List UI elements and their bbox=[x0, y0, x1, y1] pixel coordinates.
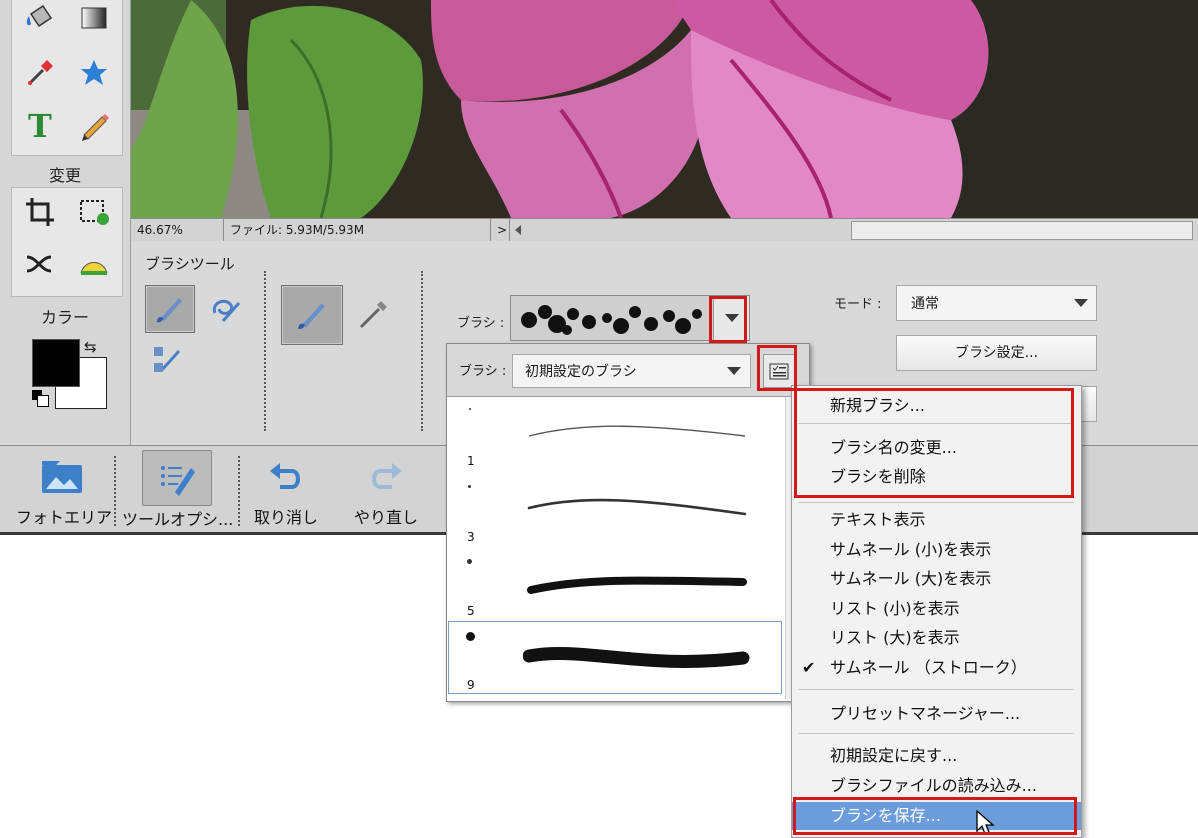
brush-item-selected[interactable]: 9 bbox=[448, 621, 782, 694]
crop-icon[interactable] bbox=[20, 192, 60, 232]
brush-set-label: ブラシ : bbox=[459, 364, 507, 379]
menu-item-preset-manager[interactable]: プリセットマネージャー... bbox=[792, 700, 1081, 728]
svg-text:T: T bbox=[28, 108, 52, 142]
swap-colors-icon[interactable]: ⇆ bbox=[84, 338, 97, 356]
tool-options-icon bbox=[161, 466, 195, 496]
annotation-box-save-brush bbox=[793, 797, 1077, 835]
annotation-box-brush-toggle bbox=[709, 296, 747, 343]
brush-item[interactable]: 5 bbox=[447, 550, 781, 626]
menu-item-large-list[interactable]: リスト (大)を表示 bbox=[792, 624, 1081, 652]
tool-group-enhance: T bbox=[11, 0, 123, 156]
menu-item-text-only[interactable]: テキスト表示 bbox=[792, 506, 1081, 534]
brush-item[interactable]: 3 bbox=[447, 474, 781, 550]
annotation-box-panel-menu bbox=[757, 345, 797, 391]
separator bbox=[238, 456, 240, 526]
chevron-down-icon bbox=[727, 367, 741, 375]
file-size-info: ファイル: 5.93M/5.93M bbox=[224, 219, 491, 241]
pencil-icon[interactable] bbox=[74, 105, 114, 145]
brush-icon[interactable] bbox=[145, 285, 195, 333]
mode-label: モード : bbox=[834, 297, 882, 312]
separator bbox=[114, 456, 116, 526]
undo-icon bbox=[270, 463, 300, 489]
foreground-color-swatch[interactable] bbox=[32, 339, 80, 387]
brush-size: 9 bbox=[467, 678, 475, 692]
brush-tip bbox=[467, 559, 472, 564]
brush-stroke bbox=[527, 576, 747, 594]
brush-tip bbox=[466, 632, 475, 641]
impressionist-brush-icon[interactable] bbox=[201, 285, 251, 335]
photo-area-label: フォトエリア bbox=[16, 508, 113, 527]
paint-bucket-icon[interactable] bbox=[20, 0, 60, 39]
chevron-down-icon bbox=[1074, 299, 1088, 307]
gradient-icon[interactable] bbox=[74, 0, 114, 39]
tool-group-modify bbox=[11, 187, 123, 297]
zoom-level[interactable]: 46.67% bbox=[131, 219, 224, 241]
redo-button[interactable]: やり直し bbox=[346, 450, 426, 532]
menu-item-large-thumbnail[interactable]: サムネール (大)を表示 bbox=[792, 565, 1081, 593]
brush-item[interactable]: 1 bbox=[447, 398, 781, 474]
brush-tool-icon[interactable] bbox=[281, 285, 343, 345]
section-modify-label: 変更 bbox=[48, 166, 81, 185]
menu-item-small-list[interactable]: リスト (小)を表示 bbox=[792, 595, 1081, 623]
menu-item-load-brushes[interactable]: ブラシファイルの読み込み... bbox=[792, 772, 1081, 800]
brush-settings-button[interactable]: ブラシ設定... bbox=[896, 335, 1097, 371]
status-menu-arrow[interactable]: > bbox=[493, 219, 510, 241]
menu-item-label: サムネール （ストローク） bbox=[830, 658, 1027, 677]
brush-set-value: 初期設定のブラシ bbox=[525, 364, 637, 380]
color-replacement-icon[interactable] bbox=[143, 335, 193, 385]
shape-star-icon[interactable] bbox=[74, 53, 114, 93]
content-move-icon[interactable] bbox=[20, 244, 60, 284]
image-canvas[interactable] bbox=[131, 0, 1198, 218]
menu-item-reset-brushes[interactable]: 初期設定に戻す... bbox=[792, 742, 1081, 770]
brush-panel-header: ブラシ : 初期設定のブラシ bbox=[447, 344, 809, 397]
section-color-label: カラー bbox=[40, 308, 89, 327]
menu-separator bbox=[798, 502, 1074, 503]
tool-options-title: ブラシツール bbox=[145, 255, 235, 273]
brush-stroke bbox=[523, 647, 750, 668]
mode-select[interactable]: 通常 bbox=[896, 285, 1097, 321]
scroll-left-icon[interactable] bbox=[515, 225, 521, 235]
brush-tip bbox=[469, 408, 471, 410]
brush-label: ブラシ : bbox=[457, 316, 505, 331]
recompose-icon[interactable] bbox=[74, 192, 114, 232]
tool-options-button[interactable]: ツールオプシ... bbox=[122, 450, 234, 532]
toolbox: T 変更 カラー ⇆ bbox=[0, 0, 131, 445]
eyedropper-icon[interactable] bbox=[20, 53, 60, 93]
brush-size: 3 bbox=[467, 530, 475, 544]
straighten-icon[interactable] bbox=[74, 244, 114, 284]
checkmark-icon: ✔ bbox=[802, 658, 816, 677]
redo-icon bbox=[372, 463, 402, 489]
undo-button[interactable]: 取り消し bbox=[246, 450, 326, 532]
brush-set-select[interactable]: 初期設定のブラシ bbox=[512, 354, 751, 388]
brush-stroke bbox=[527, 498, 747, 516]
menu-separator bbox=[798, 733, 1074, 734]
photo-area-icon bbox=[42, 461, 82, 493]
brush-picker-panel: ブラシ : 初期設定のブラシ 1 3 5 9 bbox=[446, 343, 810, 702]
redo-label: やり直し bbox=[353, 508, 418, 527]
photo-area-button[interactable]: フォトエリア bbox=[16, 450, 113, 532]
menu-separator bbox=[798, 689, 1074, 690]
menu-item-stroke-thumbnail[interactable]: ✔ サムネール （ストローク） bbox=[792, 654, 1081, 682]
undo-label: 取り消し bbox=[253, 508, 318, 527]
default-colors-icon-bg bbox=[37, 395, 49, 407]
brush-stroke bbox=[528, 425, 746, 437]
brush-size: 1 bbox=[467, 454, 475, 468]
brush-tip bbox=[468, 485, 471, 488]
status-bar: 46.67% ファイル: 5.93M/5.93M > bbox=[131, 218, 1198, 242]
tool-options-label: ツールオプシ... bbox=[122, 510, 234, 529]
brush-size: 5 bbox=[467, 604, 475, 618]
text-tool-icon[interactable]: T bbox=[20, 105, 60, 145]
separator bbox=[421, 271, 423, 431]
horizontal-scrollbar-thumb[interactable] bbox=[851, 221, 1193, 240]
menu-item-small-thumbnail[interactable]: サムネール (小)を表示 bbox=[792, 536, 1081, 564]
separator bbox=[264, 271, 266, 431]
mode-select-value: 通常 bbox=[911, 296, 939, 312]
airbrush-icon[interactable] bbox=[347, 291, 397, 341]
annotation-box-brush-commands bbox=[794, 388, 1074, 498]
